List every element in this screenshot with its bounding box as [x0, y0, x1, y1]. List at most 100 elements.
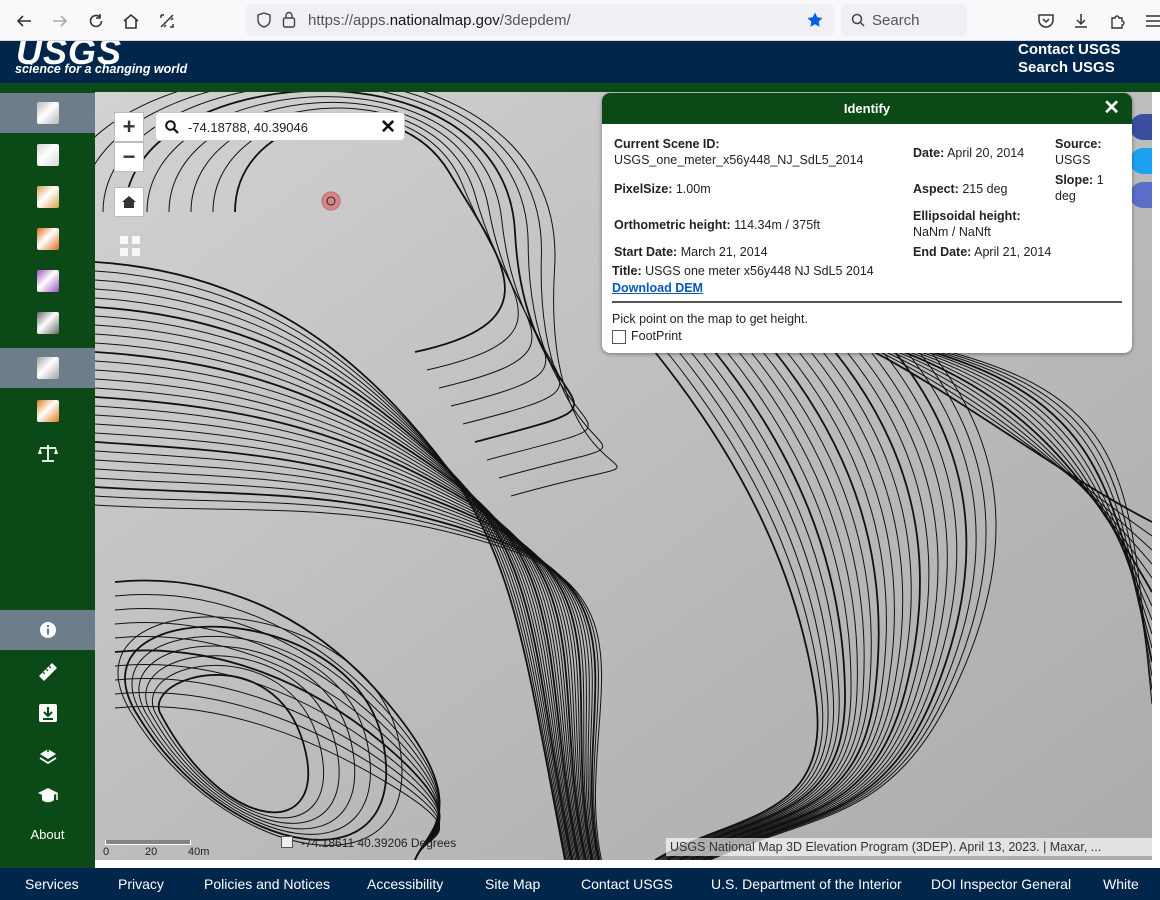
header-links: Contact USGS Search USGS [1018, 41, 1121, 77]
footer-link-inspector-general[interactable]: DOI Inspector General [931, 876, 1071, 892]
menu-icon[interactable] [1140, 8, 1160, 34]
coordinate-readout[interactable]: -74.18611 40.39206 Degrees [281, 836, 456, 850]
footer-link-policies[interactable]: Policies and Notices [204, 876, 330, 892]
compare-tool-button[interactable] [0, 433, 95, 473]
ellipsoidal-height-field: Ellipsoidal height: NaNm / NaNft [913, 209, 1021, 239]
shield-icon[interactable] [256, 12, 272, 31]
slope-map-icon [36, 312, 59, 334]
download-dem-field: Download DEM [612, 280, 703, 296]
search-icon [165, 120, 179, 137]
footer-link-sitemap[interactable]: Site Map [485, 876, 540, 892]
slope-field: Slope: 1 deg [1055, 173, 1104, 203]
home-icon [122, 196, 136, 208]
start-date-field: Start Date: March 21, 2014 [614, 245, 768, 259]
aspect-map-icon [36, 186, 59, 208]
pixelsize-field: PixelSize: 1.00m [614, 182, 711, 196]
url-text[interactable]: https://apps.nationalmap.gov/3depdem/ [308, 12, 571, 29]
layer-button-hillshade-gray[interactable] [0, 93, 95, 133]
instruction-text: Pick point on the map to get height. [612, 312, 808, 326]
balance-scale-icon [37, 445, 58, 462]
lock-icon[interactable] [282, 11, 296, 31]
search-usgs-link[interactable]: Search USGS [1018, 59, 1121, 77]
identify-popup: Identify ✕ Current Scene ID: USGS_one_met… [602, 93, 1132, 353]
bookmark-star-icon[interactable] [806, 11, 824, 32]
footer-link-contact[interactable]: Contact USGS [581, 876, 673, 892]
download-tool-button[interactable] [0, 693, 95, 733]
scale-label-mid: 20 [145, 846, 158, 858]
search-input[interactable]: -74.18788, 40.39046 [188, 120, 308, 135]
facebook-icon[interactable] [1130, 114, 1152, 140]
site-header: USGS science for a changing world Contac… [0, 41, 1160, 83]
site-footer: Services Privacy Policies and Notices Ac… [0, 868, 1160, 900]
close-icon[interactable]: ✕ [380, 116, 396, 139]
footer-link-accessibility[interactable]: Accessibility [367, 876, 443, 892]
education-button[interactable] [0, 776, 95, 816]
about-link[interactable]: About [0, 827, 95, 842]
browser-search-bar[interactable]: Search [841, 4, 967, 36]
footprint-label[interactable]: FootPrint [631, 328, 682, 344]
share-link-icon[interactable] [1130, 182, 1152, 208]
contour-map-icon [36, 357, 59, 379]
download-box-icon [38, 704, 57, 722]
close-icon[interactable]: ✕ [1103, 93, 1120, 124]
ruler-icon [38, 663, 57, 681]
elevation-tinted-icon [36, 270, 59, 292]
identify-title: Identify [843, 101, 891, 116]
scale-label-min: 0 [103, 846, 110, 858]
slope-degrees-icon [36, 400, 59, 422]
twitter-icon[interactable] [1130, 148, 1152, 174]
scale-label-max: 40m [188, 846, 210, 858]
sidebar: About [0, 92, 95, 868]
graduation-cap-icon [37, 788, 58, 803]
search-placeholder: Search [872, 12, 920, 29]
layer-button-aspect-map[interactable] [0, 177, 95, 217]
tinted-hillshade-icon [36, 228, 59, 250]
footer-link-white-house[interactable]: White [1103, 876, 1139, 892]
orthometric-height-field: Orthometric height: 114.34m / 375ft [614, 218, 821, 232]
layer-button-elevation-tinted[interactable] [0, 261, 95, 301]
footer-link-privacy[interactable]: Privacy [118, 876, 164, 892]
zoom-out-button[interactable]: − [114, 142, 144, 172]
contact-usgs-link[interactable]: Contact USGS [1018, 41, 1121, 59]
zoom-in-button[interactable]: + [114, 112, 144, 142]
layer-button-contour-map[interactable] [0, 348, 95, 388]
locate-crosshair-icon[interactable] [119, 235, 141, 260]
pocket-icon[interactable] [1033, 8, 1059, 34]
aspect-field: Aspect: 215 deg [913, 182, 1008, 196]
forward-icon[interactable] [47, 8, 73, 34]
layer-button-tinted-hillshade[interactable] [0, 219, 95, 259]
download-dem-link[interactable]: Download DEM [612, 281, 703, 295]
customize-icon[interactable] [154, 8, 180, 34]
measure-tool-button[interactable] [0, 652, 95, 692]
layer-button-slope-degrees[interactable] [0, 391, 95, 431]
map-attribution[interactable]: USGS National Map 3D Elevation Program (… [666, 838, 1152, 856]
identify-location-marker [320, 190, 342, 215]
download-icon[interactable] [1068, 8, 1094, 34]
footer-link-doi[interactable]: U.S. Department of the Interior [711, 876, 902, 892]
default-extent-button[interactable] [114, 187, 144, 217]
header-stripe [0, 83, 1160, 92]
source-field: Source: USGS [1055, 137, 1102, 167]
location-search-box[interactable]: -74.18788, 40.39046 ✕ [155, 112, 405, 141]
back-icon[interactable] [11, 8, 37, 34]
scene-id-field: Current Scene ID: USGS_one_meter_x56y448_… [614, 137, 864, 167]
hillshade-multidirectional-icon [36, 144, 59, 166]
address-bar[interactable]: https://apps.nationalmap.gov/3depdem/ [246, 4, 834, 36]
scale-bar [105, 840, 191, 845]
home-icon[interactable] [118, 8, 144, 34]
footer-link-services[interactable]: Services [25, 876, 79, 892]
footprint-checkbox[interactable] [612, 330, 626, 344]
layer-button-slope-map[interactable] [0, 303, 95, 343]
add-data-button[interactable] [0, 734, 95, 774]
layer-button-hillshade-multidirectional[interactable] [0, 135, 95, 175]
extensions-icon[interactable] [1105, 8, 1131, 34]
end-date-field: End Date: April 21, 2014 [913, 245, 1052, 259]
identify-tool-button[interactable] [0, 610, 95, 650]
search-icon [851, 13, 865, 30]
add-layer-icon [39, 746, 56, 764]
date-field: Date: April 20, 2014 [913, 146, 1025, 160]
coordinate-icon [281, 836, 293, 848]
title-field: Title: USGS one meter x56y448 NJ SdL5 20… [612, 264, 874, 278]
reload-icon[interactable] [83, 8, 109, 34]
usgs-tagline: science for a changing world [15, 62, 188, 76]
